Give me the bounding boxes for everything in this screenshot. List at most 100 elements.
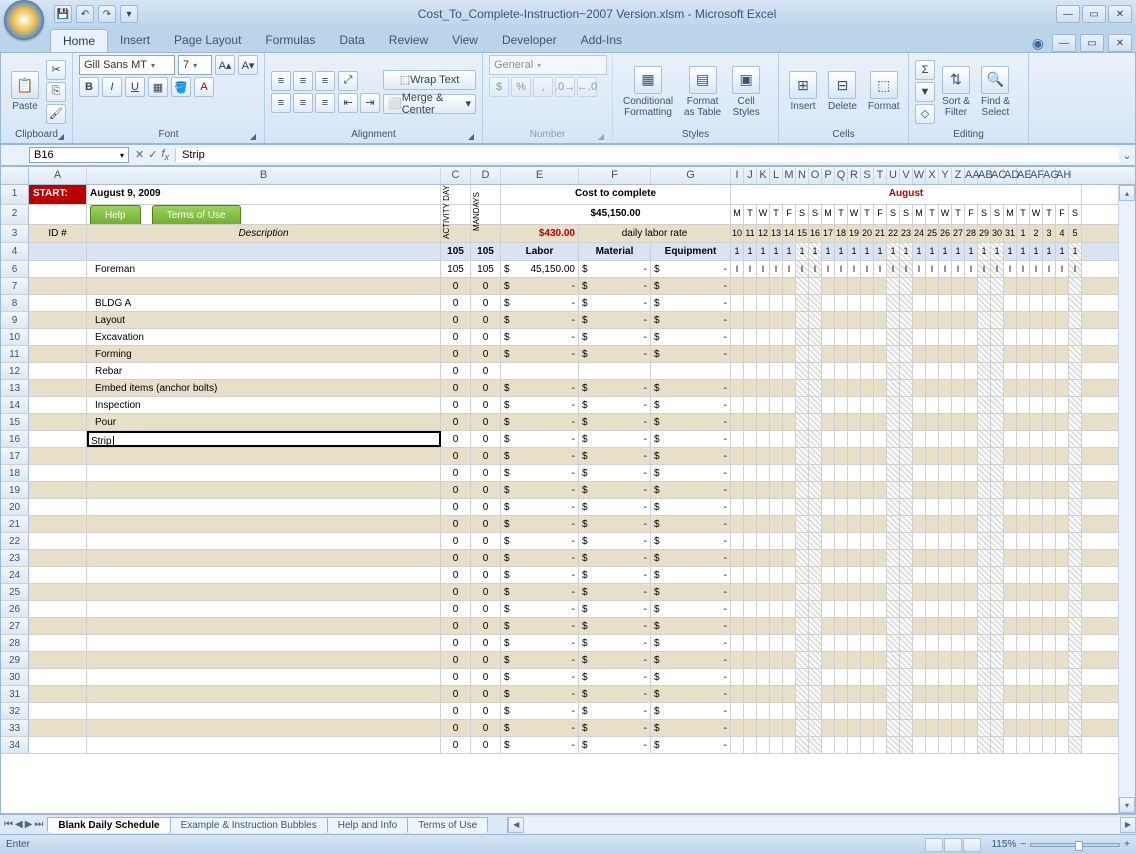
row11-day-16[interactable] <box>939 346 952 362</box>
row19-day-19[interactable] <box>978 482 991 498</box>
row31-day-4[interactable] <box>783 686 796 702</box>
row32-day-23[interactable] <box>1030 703 1043 719</box>
row9-day-25[interactable] <box>1056 312 1069 328</box>
cell-F11[interactable]: $- <box>579 346 651 362</box>
row13-day-8[interactable] <box>835 380 848 396</box>
cell-A24[interactable] <box>29 567 87 583</box>
row10-day-6[interactable] <box>809 329 822 345</box>
day-count-day-2[interactable]: 1 <box>757 243 770 260</box>
row14-day-7[interactable] <box>822 397 835 413</box>
row10-day-1[interactable] <box>744 329 757 345</box>
percent-icon[interactable]: % <box>511 77 531 97</box>
row29-day-18[interactable] <box>965 652 978 668</box>
normal-view-icon[interactable] <box>925 838 943 852</box>
row29-day-12[interactable] <box>887 652 900 668</box>
cell-F32[interactable]: $- <box>579 703 651 719</box>
col-header-Q[interactable]: Q <box>835 167 848 184</box>
row26-day-17[interactable] <box>952 601 965 617</box>
col-header-Z[interactable]: Z <box>952 167 965 184</box>
row10-day-19[interactable] <box>978 329 991 345</box>
day-number-day-15[interactable]: 25 <box>926 225 939 242</box>
row27-day-17[interactable] <box>952 618 965 634</box>
day-number-day-19[interactable]: 29 <box>978 225 991 242</box>
row13-day-14[interactable] <box>913 380 926 396</box>
align-middle-icon[interactable]: ≡ <box>293 71 313 91</box>
fill-color-icon[interactable]: 🪣 <box>171 77 191 97</box>
row28-day-25[interactable] <box>1056 635 1069 651</box>
cell-E7[interactable]: $- <box>501 278 579 294</box>
row28-day-22[interactable] <box>1017 635 1030 651</box>
row18-day-15[interactable] <box>926 465 939 481</box>
cell-F30[interactable]: $- <box>579 669 651 685</box>
row23-day-8[interactable] <box>835 550 848 566</box>
row20-day-19[interactable] <box>978 499 991 515</box>
cell-F7[interactable]: $- <box>579 278 651 294</box>
cell-E12[interactable] <box>501 363 579 379</box>
row-header-19[interactable]: 19 <box>1 482 29 498</box>
cell-D13[interactable]: 0 <box>471 380 501 396</box>
row9-day-0[interactable] <box>731 312 744 328</box>
row28-day-24[interactable] <box>1043 635 1056 651</box>
row8-day-5[interactable] <box>796 295 809 311</box>
cell-E21[interactable]: $- <box>501 516 579 532</box>
row10-day-0[interactable] <box>731 329 744 345</box>
cell-C6[interactable]: 105 <box>441 261 471 277</box>
cell-A15[interactable] <box>29 414 87 430</box>
cell-G33[interactable]: $- <box>651 720 731 736</box>
row14-day-6[interactable] <box>809 397 822 413</box>
cell-F8[interactable]: $- <box>579 295 651 311</box>
row7-day-1[interactable] <box>744 278 757 294</box>
row14-day-13[interactable] <box>900 397 913 413</box>
row16-day-14[interactable] <box>913 431 926 447</box>
row33-day-4[interactable] <box>783 720 796 736</box>
row8-day-6[interactable] <box>809 295 822 311</box>
row32-day-20[interactable] <box>991 703 1004 719</box>
col-header-T[interactable]: T <box>874 167 887 184</box>
row14-day-20[interactable] <box>991 397 1004 413</box>
cell-A13[interactable] <box>29 380 87 396</box>
cell-B26[interactable] <box>87 601 441 617</box>
row26-day-4[interactable] <box>783 601 796 617</box>
select-all-corner[interactable] <box>1 167 29 184</box>
row20-day-0[interactable] <box>731 499 744 515</box>
row21-day-1[interactable] <box>744 516 757 532</box>
cell-G18[interactable]: $- <box>651 465 731 481</box>
row23-day-17[interactable] <box>952 550 965 566</box>
row10-day-17[interactable] <box>952 329 965 345</box>
row32-day-17[interactable] <box>952 703 965 719</box>
row10-day-15[interactable] <box>926 329 939 345</box>
row6-day-18[interactable]: I <box>965 261 978 277</box>
row27-day-22[interactable] <box>1017 618 1030 634</box>
row34-day-7[interactable] <box>822 737 835 753</box>
row9-day-21[interactable] <box>1004 312 1017 328</box>
row20-day-24[interactable] <box>1043 499 1056 515</box>
row7-day-12[interactable] <box>887 278 900 294</box>
row18-day-21[interactable] <box>1004 465 1017 481</box>
row15-day-13[interactable] <box>900 414 913 430</box>
col-header-AA[interactable]: AA <box>965 167 978 184</box>
row9-day-1[interactable] <box>744 312 757 328</box>
day-number-day-24[interactable]: 3 <box>1043 225 1056 242</box>
shrink-font-icon[interactable]: A▾ <box>238 55 258 75</box>
row11-day-8[interactable] <box>835 346 848 362</box>
row10-day-8[interactable] <box>835 329 848 345</box>
cell-E19[interactable]: $- <box>501 482 579 498</box>
cell-D12[interactable]: 0 <box>471 363 501 379</box>
fill-icon[interactable]: ▼ <box>915 82 935 102</box>
cell-E20[interactable]: $- <box>501 499 579 515</box>
row10-day-26[interactable] <box>1069 329 1082 345</box>
row19-day-22[interactable] <box>1017 482 1030 498</box>
cell-G21[interactable]: $- <box>651 516 731 532</box>
col-header-J[interactable]: J <box>744 167 757 184</box>
row6-day-1[interactable]: I <box>744 261 757 277</box>
row9-day-20[interactable] <box>991 312 1004 328</box>
col-header-S[interactable]: S <box>861 167 874 184</box>
row18-day-24[interactable] <box>1043 465 1056 481</box>
row-header-6[interactable]: 6 <box>1 261 29 277</box>
row17-day-11[interactable] <box>874 448 887 464</box>
row11-day-23[interactable] <box>1030 346 1043 362</box>
row9-day-17[interactable] <box>952 312 965 328</box>
row18-day-10[interactable] <box>861 465 874 481</box>
row28-day-15[interactable] <box>926 635 939 651</box>
row33-day-12[interactable] <box>887 720 900 736</box>
